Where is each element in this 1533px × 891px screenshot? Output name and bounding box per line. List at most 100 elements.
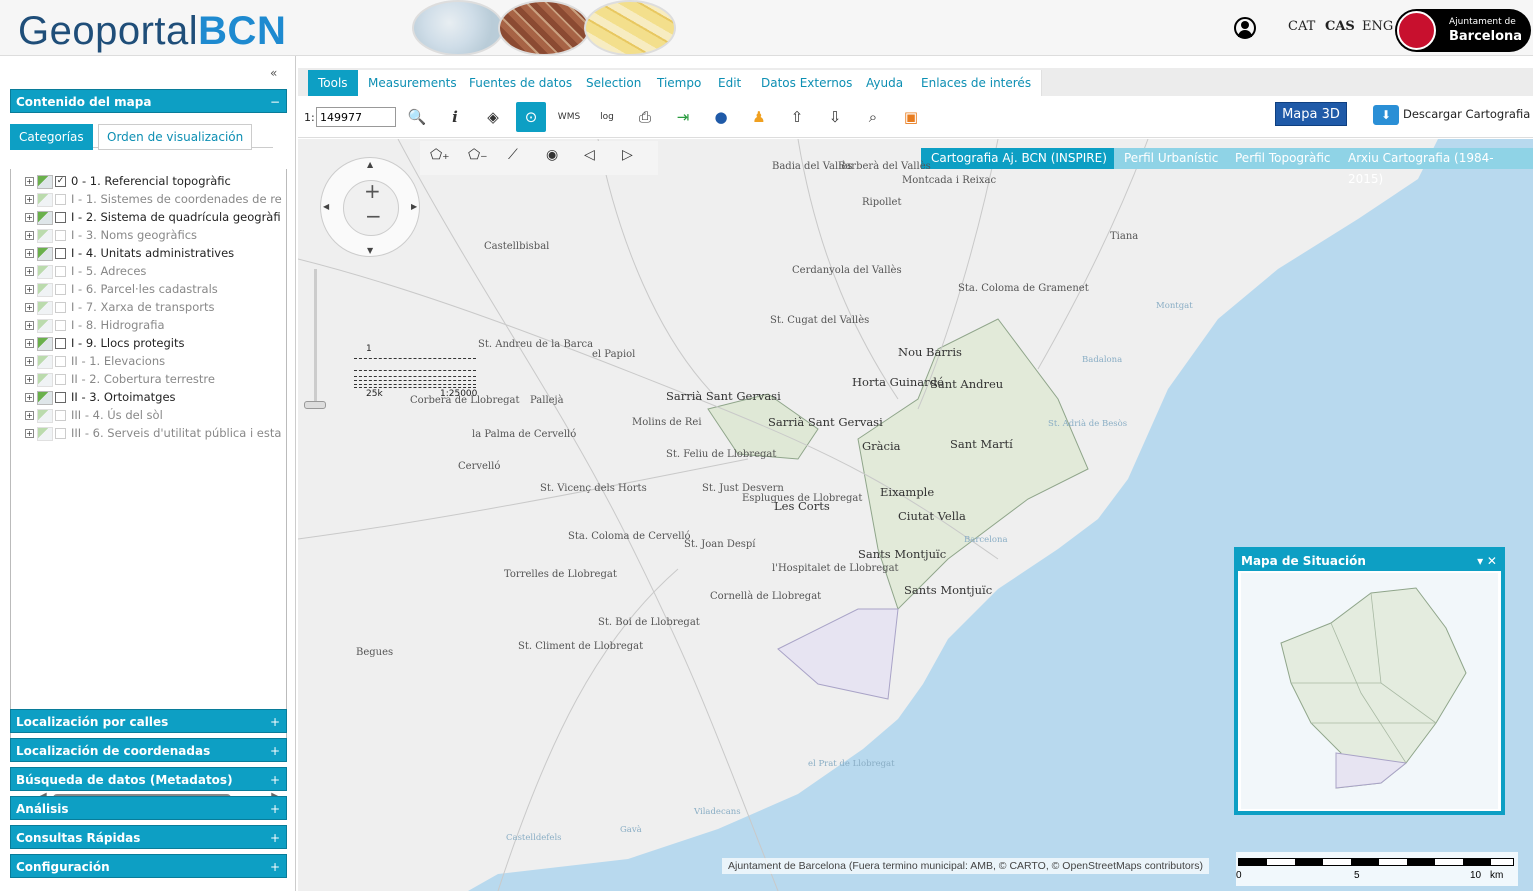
zoom-slider[interactable] xyxy=(304,269,326,409)
tab-datos-externos[interactable]: Datos Externos xyxy=(751,70,864,97)
layer-checkbox[interactable] xyxy=(55,338,66,349)
panel-busqueda-datos[interactable]: Búsqueda de datos (Metadatos) + xyxy=(10,767,287,791)
layer-checkbox[interactable] xyxy=(55,410,66,421)
tab-orden-visualizacion[interactable]: Orden de visualización xyxy=(98,124,253,150)
layer-checkbox[interactable] xyxy=(55,266,66,277)
layer-row[interactable]: + I - 7. Xarxa de transports xyxy=(25,298,287,316)
tab-tools[interactable]: Tools xyxy=(308,70,359,97)
layer-row[interactable]: + I - 6. Parcel·les cadastrals xyxy=(25,280,287,298)
pan-left-icon[interactable]: ◀ xyxy=(323,202,329,211)
log-icon[interactable]: log xyxy=(592,102,622,132)
view-previous-icon[interactable]: ◁ xyxy=(584,147,595,163)
layer-checkbox[interactable] xyxy=(55,212,66,223)
expand-layer-icon[interactable]: + xyxy=(25,267,34,276)
lang-cas-link[interactable]: CAS xyxy=(1325,19,1355,34)
map-thumbnail-urban[interactable] xyxy=(584,0,676,56)
cart-tab-perfil-urbanistic[interactable]: Perfil Urbanístic xyxy=(1114,148,1229,169)
tab-edit[interactable]: Edit xyxy=(708,70,753,97)
layer-row[interactable]: + II - 2. Cobertura terrestre xyxy=(25,370,287,388)
panel-localizacion-coordenadas[interactable]: Localización de coordenadas + xyxy=(10,738,287,762)
expand-layer-icon[interactable]: + xyxy=(25,303,34,312)
zoom-in-icon[interactable]: + xyxy=(364,179,381,203)
wms-icon[interactable]: WMS xyxy=(554,102,584,132)
layer-row[interactable]: + I - 1. Sistemes de coordenades de re xyxy=(25,190,287,208)
layer-row[interactable]: + ✓ 0 - 1. Referencial topogràfic xyxy=(25,172,287,190)
minimap-view[interactable] xyxy=(1241,573,1498,809)
expand-layer-icon[interactable]: + xyxy=(25,285,34,294)
search-icon[interactable]: ⌕ xyxy=(858,102,888,132)
expand-icon[interactable]: + xyxy=(270,797,280,821)
cart-tab-arxiu[interactable]: Arxiu Cartografia (1984-2015) xyxy=(1338,148,1533,186)
layer-checkbox[interactable] xyxy=(55,302,66,313)
layer-row[interactable]: + III - 6. Serveis d'utilitat pública i e… xyxy=(25,424,287,442)
map-thumbnail-ortho[interactable] xyxy=(498,0,590,56)
panel-contenido-mapa[interactable]: Contenido del mapa − xyxy=(10,89,287,113)
panel-configuracion[interactable]: Configuración + xyxy=(10,854,287,878)
expand-layer-icon[interactable]: + xyxy=(25,393,34,402)
expand-layer-icon[interactable]: + xyxy=(25,411,34,420)
download-icon[interactable]: ⇩ xyxy=(820,102,850,132)
pan-right-icon[interactable]: ▶ xyxy=(411,202,417,211)
draw-line-icon[interactable]: ⟋ xyxy=(508,147,518,163)
layer-row[interactable]: + I - 3. Noms geogràfics xyxy=(25,226,287,244)
expand-layer-icon[interactable]: + xyxy=(25,213,34,222)
cart-tab-perfil-topografic[interactable]: Perfil Topogràfic xyxy=(1225,148,1341,169)
expand-layer-icon[interactable]: + xyxy=(25,357,34,366)
layer-checkbox[interactable] xyxy=(55,356,66,367)
layer-row[interactable]: + III - 4. Ús del sòl xyxy=(25,406,287,424)
layer-row[interactable]: + II - 3. Ortoimatges xyxy=(25,388,287,406)
view-next-icon[interactable]: ▷ xyxy=(622,147,633,163)
tab-selection[interactable]: Selection xyxy=(576,70,653,97)
expand-layer-icon[interactable]: + xyxy=(25,321,34,330)
expand-icon[interactable]: + xyxy=(270,826,280,850)
layer-checkbox[interactable] xyxy=(55,230,66,241)
upload-icon[interactable]: ⇧ xyxy=(782,102,812,132)
tab-measurements[interactable]: Measurements xyxy=(358,70,468,97)
panel-consultas-rapidas[interactable]: Consultas Rápidas + xyxy=(10,825,287,849)
expand-layer-icon[interactable]: + xyxy=(25,375,34,384)
layer-checkbox[interactable] xyxy=(55,194,66,205)
zoom-extent-icon[interactable]: 🔍 xyxy=(402,102,432,132)
tab-enlaces-interes[interactable]: Enlaces de interés xyxy=(911,70,1043,97)
mapa-situacion-window[interactable]: Mapa de Situación ▾ ✕ xyxy=(1234,547,1505,815)
scale-input[interactable] xyxy=(316,107,396,127)
expand-layer-icon[interactable]: + xyxy=(25,177,34,186)
minimap-controls-icon[interactable]: ▾ ✕ xyxy=(1477,551,1497,571)
import-icon[interactable]: ⇥ xyxy=(668,102,698,132)
layer-checkbox[interactable] xyxy=(55,428,66,439)
expand-layer-icon[interactable]: + xyxy=(25,195,34,204)
layer-checkbox[interactable] xyxy=(55,248,66,259)
layer-checkbox[interactable]: ✓ xyxy=(55,176,66,187)
map-3d-button[interactable]: Mapa 3D xyxy=(1275,102,1347,126)
globe-icon[interactable]: ● xyxy=(706,102,736,132)
zoom-out-icon[interactable]: − xyxy=(365,204,382,228)
zoom-window-icon[interactable]: ⊙ xyxy=(516,102,546,132)
user-icon[interactable] xyxy=(1234,17,1256,39)
expand-icon[interactable]: + xyxy=(270,768,280,792)
layer-row[interactable]: + I - 9. Llocs protegits xyxy=(25,334,287,352)
expand-layer-icon[interactable]: + xyxy=(25,249,34,258)
draw-remove-polygon-icon[interactable]: ⬠₋ xyxy=(468,147,488,163)
layer-row[interactable]: + II - 1. Elevacions xyxy=(25,352,287,370)
tab-categorias[interactable]: Categorías xyxy=(10,124,93,150)
layer-checkbox[interactable] xyxy=(55,284,66,295)
puzzle-icon[interactable]: ▣ xyxy=(896,102,926,132)
street-view-icon[interactable]: ♟ xyxy=(744,102,774,132)
ajuntament-logo[interactable]: Ajuntament de Barcelona xyxy=(1395,9,1531,52)
navigation-wheel[interactable]: ▲ ▼ ◀ ▶ + − xyxy=(320,157,420,257)
tab-tiempo[interactable]: Tiempo xyxy=(647,70,713,97)
expand-layer-icon[interactable]: + xyxy=(25,339,34,348)
layer-checkbox[interactable] xyxy=(55,392,66,403)
lang-eng-link[interactable]: ENG xyxy=(1362,19,1393,34)
panel-localizacion-calles[interactable]: Localización por calles + xyxy=(10,709,287,733)
view-selection-icon[interactable]: ◉ xyxy=(546,147,558,163)
draw-add-polygon-icon[interactable]: ⬠₊ xyxy=(430,147,450,163)
map-view[interactable]: Cartografia Aj. BCN (INSPIRE) Perfil Urb… xyxy=(298,139,1533,891)
layer-row[interactable]: + I - 5. Adreces xyxy=(25,262,287,280)
layer-checkbox[interactable] xyxy=(55,374,66,385)
pan-down-icon[interactable]: ▼ xyxy=(367,246,373,255)
descargar-cartografia-button[interactable]: ⬇ Descargar Cartografia xyxy=(1373,100,1530,128)
panel-collapse-icon[interactable]: − xyxy=(270,90,280,114)
panel-analisis[interactable]: Análisis + xyxy=(10,796,287,820)
lang-cat-link[interactable]: CAT xyxy=(1288,19,1315,34)
